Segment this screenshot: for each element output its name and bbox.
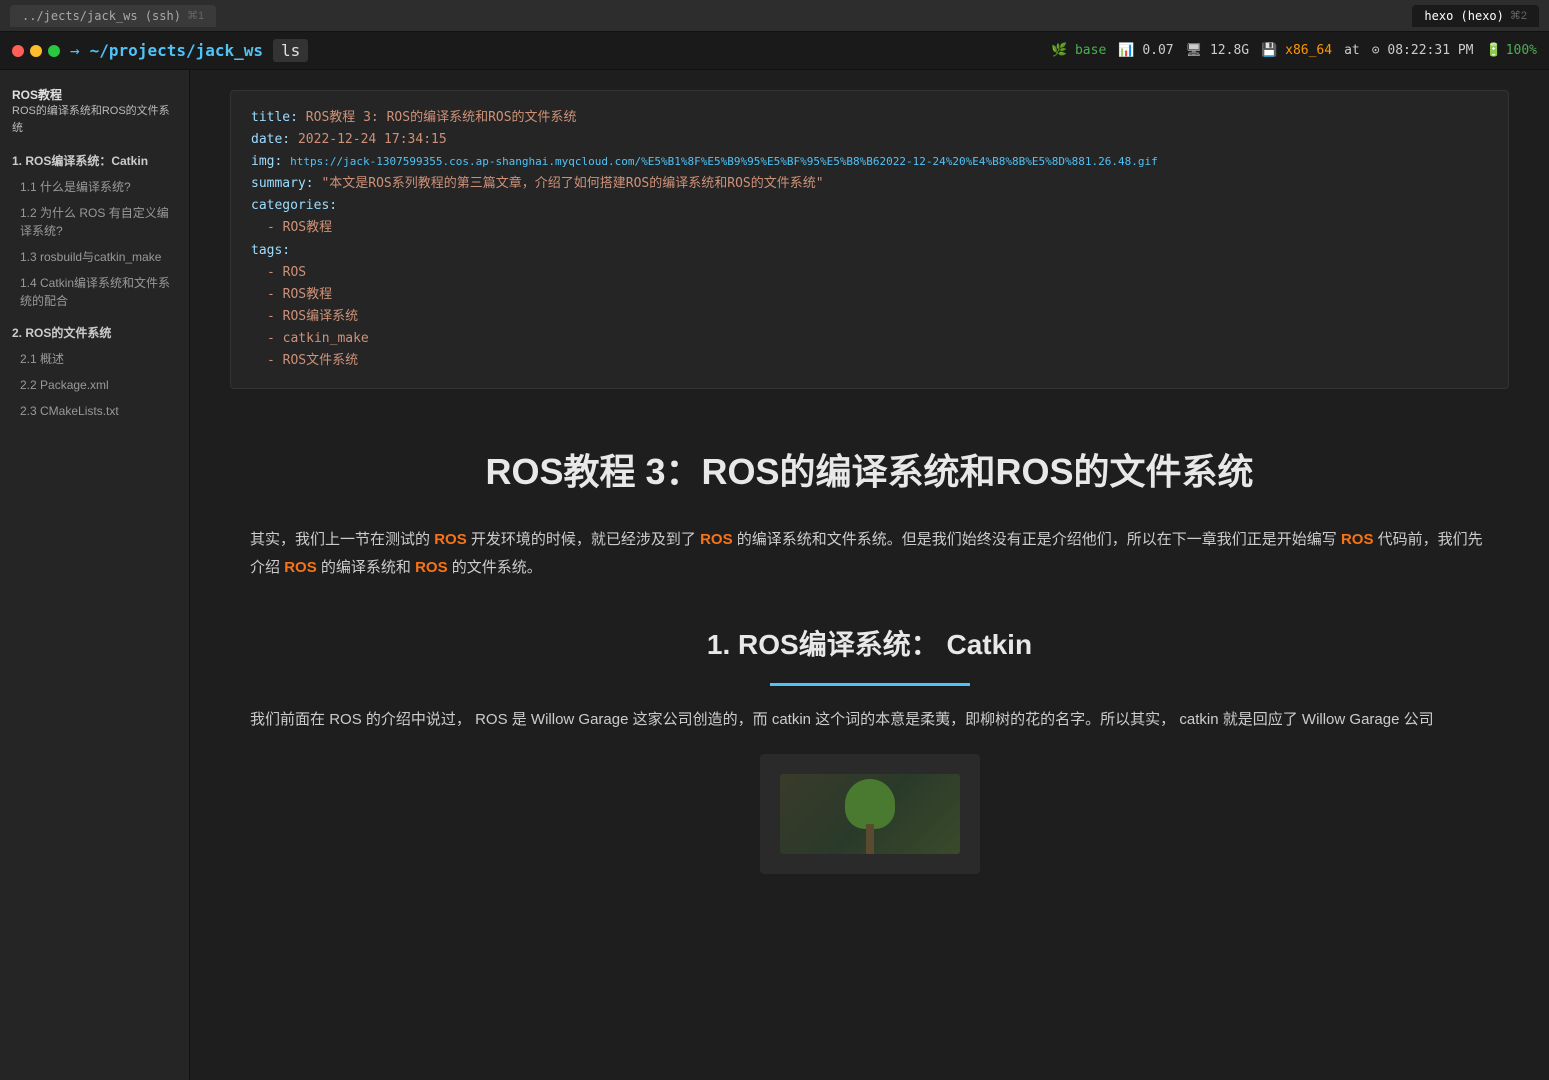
tab-right-label: hexo (hexo) (1424, 9, 1503, 23)
sidebar-item-1-1[interactable]: 1.1 什么是编译系统? (0, 174, 189, 200)
terminal-bar: → ~/projects/jack_ws ls 🌿 base 📊 0.07 🖥 … (0, 32, 1549, 70)
section-underline (770, 683, 970, 686)
tab-left[interactable]: ../jects/jack_ws (ssh) ⌘1 (10, 5, 216, 27)
mem-badge: 🖥 12.8G (1186, 43, 1249, 58)
yaml-summary-key: summary: (251, 176, 321, 191)
yaml-tag5: - ROS文件系统 (267, 353, 358, 368)
section1-title: 1. ROS编译系统： Catkin (250, 623, 1489, 663)
article-content: ROS教程 3：ROS的编译系统和ROS的文件系统 其实，我们上一节在测试的 R… (190, 409, 1549, 934)
section1-body: 我们前面在 ROS 的介绍中说过， ROS 是 Willow Garage 这家… (250, 706, 1489, 735)
article-image (760, 754, 980, 874)
yaml-title-key: title: (251, 110, 306, 125)
terminal-status: 🌿 base 📊 0.07 🖥 12.8G 💾 x86_64 at ⊙ 08:2… (1051, 43, 1537, 58)
yaml-categories-key: categories: (251, 198, 337, 213)
sidebar-item-2-1[interactable]: 2.1 概述 (0, 346, 189, 372)
time-badge: ⊙ 08:22:31 PM (1372, 43, 1474, 58)
yaml-img-url: https://jack-1307599355.cos.ap-shanghai.… (290, 155, 1158, 168)
tab-left-shortcut: ⌘1 (187, 9, 204, 22)
yaml-tag1: - ROS (267, 265, 306, 280)
cpu-badge: 📊 0.07 (1118, 43, 1173, 58)
close-button[interactable] (12, 45, 24, 57)
sidebar-item-1-3[interactable]: 1.3 rosbuild与catkin_make (0, 244, 189, 270)
yaml-date-val: 2022-12-24 17:34:15 (298, 132, 447, 147)
path: /projects/jack_ws (99, 41, 263, 60)
maximize-button[interactable] (48, 45, 60, 57)
willow-image (780, 774, 960, 854)
tab-right-shortcut: ⌘2 (1510, 9, 1527, 22)
yaml-block: title: ROS教程 3: ROS的编译系统和ROS的文件系统 date: … (230, 90, 1509, 389)
yaml-tags-key: tags: (251, 243, 290, 258)
sidebar-item-2-2[interactable]: 2.2 Package.xml (0, 372, 189, 398)
yaml-summary-val: "本文是ROS系列教程的第三篇文章，介绍了如何搭建ROS的编译系统和ROS的文件… (321, 176, 823, 191)
sidebar-item-1-4[interactable]: 1.4 Catkin编译系统和文件系统的配合 (0, 270, 189, 314)
content-pane[interactable]: title: ROS教程 3: ROS的编译系统和ROS的文件系统 date: … (190, 70, 1549, 1080)
sidebar-item-2-3[interactable]: 2.3 CMakeLists.txt (0, 398, 189, 424)
yaml-img-key: img: (251, 154, 290, 169)
yaml-cat-item: - ROS教程 (267, 220, 332, 235)
tab-left-path: ../jects/jack_ws (ssh) (22, 9, 181, 23)
yaml-tag4: - catkin_make (267, 331, 369, 346)
main-area: ROS教程 ROS的编译系统和ROS的文件系统 1. ROS编译系统：Catki… (0, 70, 1549, 1080)
top-bar: ../jects/jack_ws (ssh) ⌘1 hexo (hexo) ⌘2 (0, 0, 1549, 32)
sidebar: ROS教程 ROS的编译系统和ROS的文件系统 1. ROS编译系统：Catki… (0, 70, 190, 1080)
sidebar-item-1-2[interactable]: 1.2 为什么 ROS 有自定义编译系统? (0, 200, 189, 244)
sidebar-item-section1[interactable]: 1. ROS编译系统：Catkin (0, 148, 189, 174)
window-controls (12, 45, 60, 57)
top-bar-left: ../jects/jack_ws (ssh) ⌘1 (10, 5, 775, 27)
tilde: ~ (90, 41, 100, 60)
tab-right[interactable]: hexo (hexo) ⌘2 (1412, 5, 1539, 27)
minimize-button[interactable] (30, 45, 42, 57)
terminal-prompt: → (70, 41, 80, 60)
at-label: at (1344, 43, 1360, 58)
base-badge: 🌿 base (1051, 43, 1106, 58)
yaml-title-val: ROS教程 3: ROS的编译系统和ROS的文件系统 (306, 110, 577, 125)
terminal-command: ls (273, 39, 308, 62)
article-intro-paragraph: 其实，我们上一节在测试的 ROS 开发环境的时候，就已经涉及到了 ROS 的编译… (250, 526, 1489, 583)
willow-tree-icon (840, 784, 900, 854)
arch-badge: 💾 x86_64 (1261, 43, 1332, 58)
article-main-title: ROS教程 3：ROS的编译系统和ROS的文件系统 (250, 449, 1489, 496)
top-bar-right: hexo (hexo) ⌘2 (775, 5, 1540, 27)
yaml-tag2: - ROS教程 (267, 287, 332, 302)
yaml-date-key: date: (251, 132, 298, 147)
terminal-path: ~/projects/jack_ws (90, 41, 263, 60)
yaml-tag3: - ROS编译系统 (267, 309, 358, 324)
sidebar-item-section2[interactable]: 2. ROS的文件系统 (0, 320, 189, 346)
sidebar-breadcrumb: ROS教程 ROS的编译系统和ROS的文件系统 (0, 80, 189, 142)
battery-badge: 🔋 100% (1486, 43, 1538, 58)
